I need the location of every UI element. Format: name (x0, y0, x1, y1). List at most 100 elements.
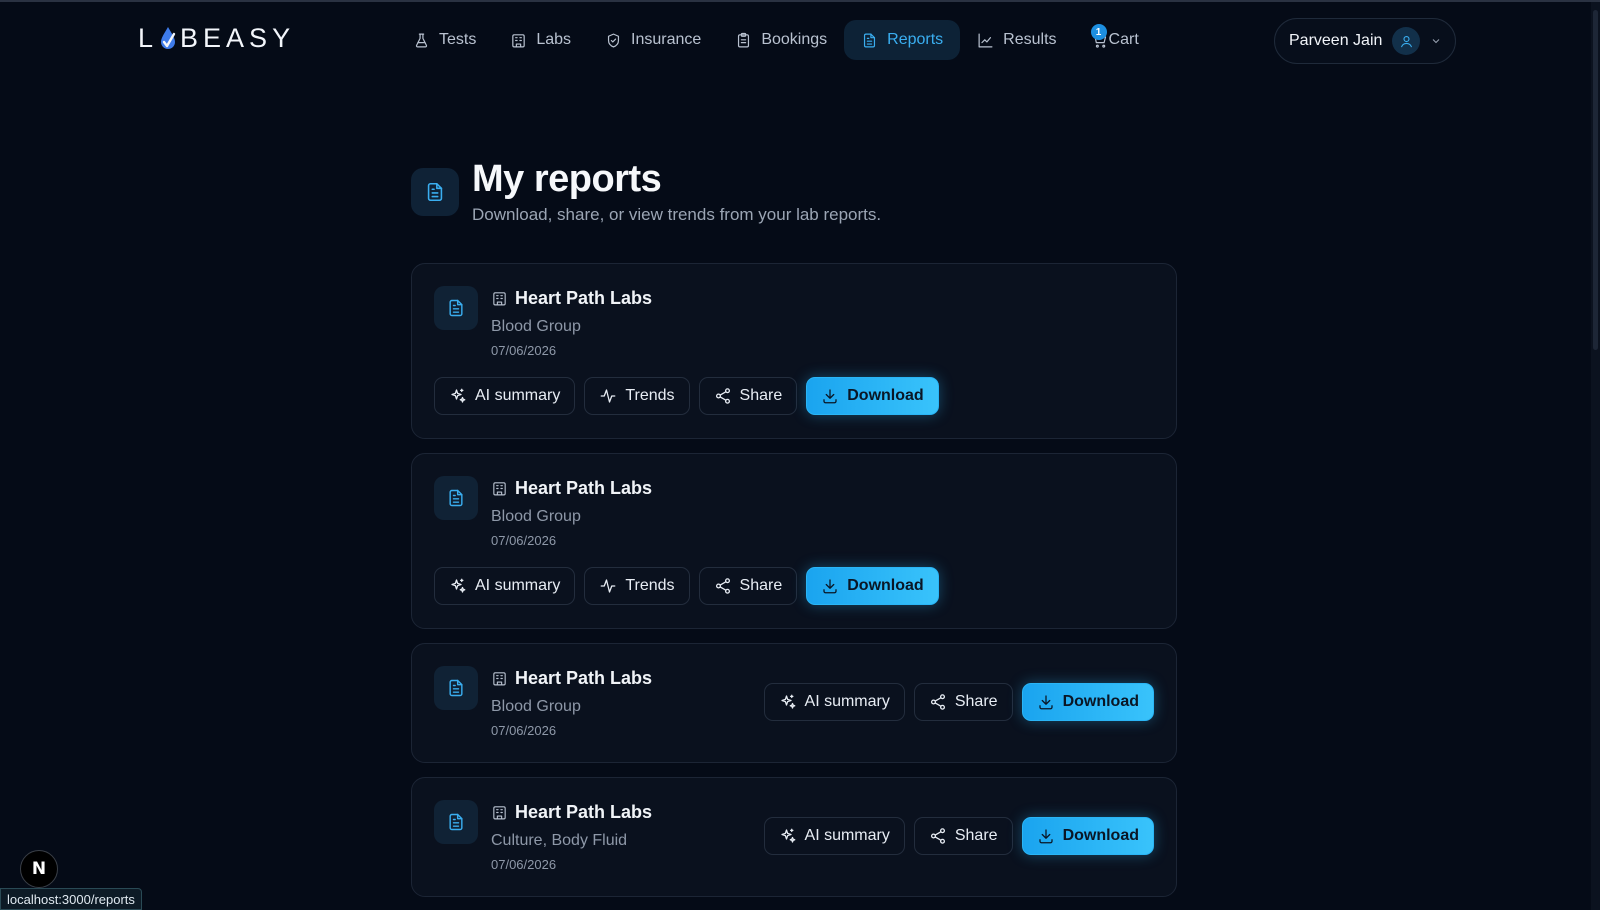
test-name: Blood Group (491, 698, 581, 715)
activity-icon (600, 579, 616, 593)
building-icon (493, 482, 506, 496)
chevron-down-icon (1433, 39, 1440, 44)
download-label: Download (847, 577, 924, 594)
ai-summary-label: AI summary (475, 387, 561, 404)
nav-results-label: Results (1003, 31, 1057, 48)
report-actions: AI summary Share Download (763, 817, 1154, 855)
ai-summary-button[interactable]: AI summary (763, 817, 905, 855)
nav-tests-label: Tests (439, 31, 477, 48)
user-name: Parveen Jain (1289, 32, 1383, 49)
report-card: Heart Path Labs Blood Group 07/06/2026 A… (411, 263, 1177, 439)
report-card: Heart Path Labs Culture, Body Fluid 07/0… (411, 777, 1177, 897)
report-date: 07/06/2026 (491, 723, 557, 738)
building-icon (512, 33, 526, 47)
sparkles-icon (780, 694, 795, 709)
nav-reports-label: Reports (887, 31, 944, 48)
page-title-icon (411, 168, 459, 216)
report-date: 07/06/2026 (491, 343, 557, 358)
document-icon (449, 679, 463, 697)
download-label: Download (847, 387, 924, 404)
building-icon (493, 806, 506, 820)
nav-bookings-label: Bookings (761, 31, 828, 48)
cart-count-badge: 1 (1090, 24, 1107, 40)
document-icon (449, 299, 463, 317)
download-icon (1038, 695, 1053, 710)
logo[interactable]: L BEASY (138, 22, 296, 53)
ai-summary-label: AI summary (804, 827, 890, 844)
report-icon (434, 800, 478, 844)
shield-icon (607, 33, 620, 47)
sparkles-icon (451, 388, 466, 403)
share-icon (930, 694, 945, 710)
lab-row: Heart Path Labs (491, 802, 652, 823)
nextjs-dev-badge[interactable]: N (20, 850, 58, 888)
document-icon (449, 813, 463, 831)
trends-button[interactable]: Trends (584, 377, 690, 415)
ai-summary-button[interactable]: AI summary (434, 377, 576, 415)
sparkles-icon (780, 828, 795, 843)
share-label: Share (739, 577, 783, 594)
share-button[interactable]: Share (913, 817, 1013, 855)
lab-name: Heart Path Labs (515, 478, 653, 498)
share-button[interactable]: Share (913, 683, 1013, 721)
download-label: Download (1062, 827, 1139, 844)
share-button[interactable]: Share (698, 377, 798, 415)
report-date: 07/06/2026 (491, 533, 557, 548)
share-icon (715, 578, 730, 594)
nav-labs[interactable]: Labs (493, 20, 588, 60)
clipboard-icon (738, 32, 750, 47)
download-button[interactable]: Download (806, 567, 939, 605)
report-date: 07/06/2026 (491, 857, 557, 872)
trends-label: Trends (625, 577, 675, 594)
share-label: Share (739, 387, 783, 404)
nav-results[interactable]: Results (960, 20, 1073, 60)
report-icon (434, 286, 478, 330)
nav-tests[interactable]: Tests (396, 20, 493, 60)
nav-reports[interactable]: Reports (844, 20, 961, 60)
report-icon (434, 666, 478, 710)
download-button[interactable]: Download (1021, 683, 1154, 721)
report-actions: AI summary Share Download (763, 683, 1154, 721)
scrollbar-thumb[interactable] (1593, 10, 1598, 350)
ai-summary-button[interactable]: AI summary (763, 683, 905, 721)
report-actions: AI summary Trends Share Download (434, 377, 939, 415)
nav-cart[interactable]: 1 Cart (1074, 20, 1156, 60)
nav-insurance-label: Insurance (631, 31, 702, 48)
main-nav: Tests Labs Insurance Bookings Reports Re… (396, 20, 1156, 60)
activity-icon (600, 389, 616, 403)
flask-icon (415, 33, 428, 47)
document-icon (449, 489, 463, 507)
download-icon (823, 579, 837, 594)
download-button[interactable]: Download (806, 377, 939, 415)
ai-summary-label: AI summary (475, 577, 561, 594)
top-header: L BEASY Tests Labs Insurance Bookings Re… (0, 0, 1600, 80)
share-icon (930, 828, 945, 844)
report-actions: AI summary Trends Share Download (434, 567, 939, 605)
logo-drop-icon (158, 25, 178, 51)
avatar (1392, 27, 1421, 55)
test-name: Blood Group (491, 318, 581, 335)
logo-letter: L (138, 22, 159, 53)
download-icon (823, 389, 837, 404)
share-icon (715, 388, 730, 404)
ai-summary-label: AI summary (804, 693, 890, 710)
chart-line-icon (978, 33, 993, 47)
page-title: My reports (472, 158, 662, 200)
share-button[interactable]: Share (698, 567, 798, 605)
trends-label: Trends (625, 387, 675, 404)
nav-bookings[interactable]: Bookings (718, 20, 844, 60)
lab-row: Heart Path Labs (491, 288, 652, 309)
user-icon (1400, 35, 1412, 47)
ai-summary-button[interactable]: AI summary (434, 567, 576, 605)
lab-name: Heart Path Labs (515, 288, 653, 308)
test-name: Culture, Body Fluid (491, 832, 628, 849)
trends-button[interactable]: Trends (584, 567, 690, 605)
user-menu-button[interactable]: Parveen Jain (1274, 18, 1456, 64)
lab-name: Heart Path Labs (515, 668, 653, 688)
logo-text: BEASY (180, 22, 296, 53)
page-subtitle: Download, share, or view trends from you… (472, 205, 882, 224)
document-icon (427, 182, 443, 202)
nav-insurance[interactable]: Insurance (588, 20, 718, 60)
report-card: Heart Path Labs Blood Group 07/06/2026 A… (411, 453, 1177, 629)
download-button[interactable]: Download (1021, 817, 1154, 855)
